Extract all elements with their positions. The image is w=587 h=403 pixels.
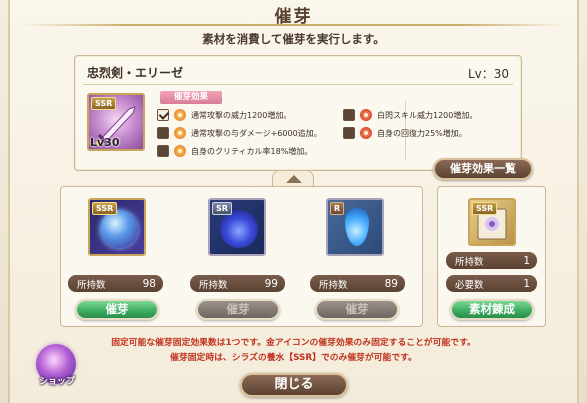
owned-count: 所持数 89 bbox=[310, 275, 405, 292]
effect-text: 通常攻撃の与ダメージ+6000追加。 bbox=[191, 128, 322, 138]
effect-checkbox[interactable] bbox=[343, 127, 355, 139]
effect-checkbox[interactable] bbox=[343, 109, 355, 121]
shop-label: ショップ bbox=[38, 377, 75, 387]
rarity-badge: SSR bbox=[92, 202, 118, 215]
owned-label: 所持数 bbox=[199, 279, 228, 291]
effect-row[interactable]: 通常攻撃の与ダメージ+6000追加。 bbox=[157, 126, 322, 140]
effect-checkbox[interactable] bbox=[157, 109, 169, 121]
rarity-badge: R bbox=[330, 202, 345, 215]
bud-button-r[interactable]: 催芽 bbox=[315, 299, 399, 320]
page-subtitle: 素材を消費して催芽を実行します。 bbox=[202, 32, 385, 46]
material-card-sr[interactable]: SR bbox=[208, 198, 266, 256]
bud-button-sr[interactable]: 催芽 bbox=[196, 299, 280, 320]
character-level: Lv：30 bbox=[467, 67, 509, 81]
owned-label: 所持数 bbox=[319, 279, 348, 291]
effect-text: 自身の回復力25%増加。 bbox=[377, 128, 467, 138]
flame-icon bbox=[174, 127, 186, 139]
weapon-card[interactable]: SSR Lv30 bbox=[87, 93, 145, 151]
effect-row[interactable]: 通常攻撃の威力1200増加。 bbox=[157, 108, 291, 122]
effect-list-button[interactable]: 催芽効果一覧 bbox=[433, 158, 533, 180]
crit-icon bbox=[174, 145, 186, 157]
required-value: 1 bbox=[523, 277, 530, 290]
owned-count: 所持数 99 bbox=[190, 275, 285, 292]
character-name: 忠烈剣・エリーゼ bbox=[87, 66, 184, 80]
collapse-toggle[interactable] bbox=[272, 170, 314, 187]
title-divider bbox=[20, 24, 567, 26]
refine-material-card[interactable]: SSR bbox=[468, 198, 516, 246]
close-button[interactable]: 閉じる bbox=[240, 373, 348, 397]
owned-value: 98 bbox=[142, 277, 156, 290]
heal-icon bbox=[360, 127, 372, 139]
droplet-icon bbox=[345, 208, 369, 246]
rarity-badge: SSR bbox=[472, 202, 498, 215]
material-card-ssr[interactable]: SSR bbox=[88, 198, 146, 256]
owned-count: 所持数 98 bbox=[68, 275, 163, 292]
effect-row[interactable]: 自身の回復力25%増加。 bbox=[343, 126, 467, 140]
owned-label: 所持数 bbox=[455, 256, 484, 268]
shop-button[interactable]: ショップ bbox=[32, 342, 82, 392]
owned-label: 所持数 bbox=[77, 279, 106, 291]
effect-text: 自身のクリティカル率18%増加。 bbox=[191, 146, 313, 156]
flame-icon bbox=[174, 109, 186, 121]
refine-required-count: 必要数 1 bbox=[446, 275, 537, 292]
character-panel: 忠烈剣・エリーゼ Lv：30 SSR Lv30 催芽効果 通常攻撃の威力1200… bbox=[74, 55, 522, 171]
effect-section-tag: 催芽効果 bbox=[160, 91, 222, 104]
bud-button-ssr[interactable]: 催芽 bbox=[75, 299, 159, 320]
owned-value: 99 bbox=[264, 277, 278, 290]
fixed-effect-note: 固定可能な催芽固定効果数は1つです。金アイコンの催芽効果のみ固定することが可能で… bbox=[111, 338, 476, 348]
water-drop-icon bbox=[220, 210, 258, 248]
water-orb-icon bbox=[100, 210, 138, 248]
effect-row[interactable]: 自身のクリティカル率18%増加。 bbox=[157, 144, 312, 158]
fixed-effect-note: 催芽固定時は、シラズの養水【SSR】でのみ催芽が可能です。 bbox=[170, 353, 417, 363]
weapon-level: Lv30 bbox=[90, 136, 120, 149]
material-card-r[interactable]: R bbox=[326, 198, 384, 256]
weapon-rarity-badge: SSR bbox=[91, 97, 117, 110]
effect-text: 白閃スキル威力1200増加。 bbox=[377, 110, 478, 120]
effect-checkbox[interactable] bbox=[157, 145, 169, 157]
effect-checkbox[interactable] bbox=[157, 127, 169, 139]
owned-value: 1 bbox=[523, 254, 530, 267]
skill-icon bbox=[360, 109, 372, 121]
required-label: 必要数 bbox=[455, 279, 484, 291]
panel-divider bbox=[83, 84, 513, 85]
material-refine-button[interactable]: 素材錬成 bbox=[450, 299, 534, 320]
refine-owned-count: 所持数 1 bbox=[446, 252, 537, 269]
rarity-badge: SR bbox=[212, 202, 232, 215]
effect-row[interactable]: 白閃スキル威力1200増加。 bbox=[343, 108, 477, 122]
effect-text: 通常攻撃の威力1200増加。 bbox=[191, 110, 292, 120]
owned-value: 89 bbox=[384, 277, 398, 290]
